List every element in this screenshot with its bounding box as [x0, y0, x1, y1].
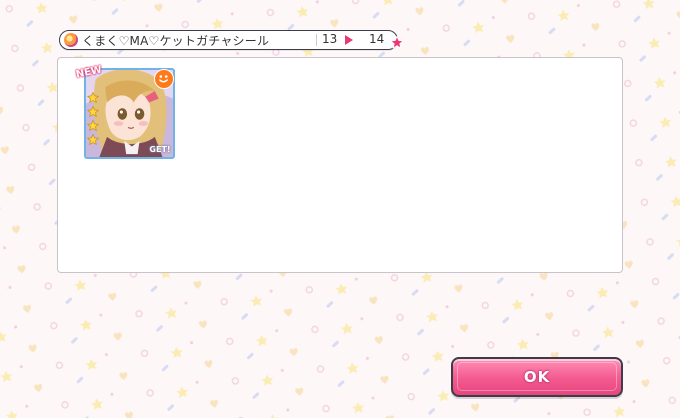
- get-label: GET!: [149, 145, 171, 154]
- item-name: くまく♡MA♡ケットガチャシール: [82, 34, 270, 48]
- ok-button[interactable]: OK: [451, 357, 623, 397]
- gacha-sticker-icon: [64, 33, 78, 47]
- count-before: 13: [322, 32, 338, 46]
- star-icon: [87, 134, 99, 146]
- get-badge: GET!: [146, 140, 174, 158]
- star-icon: [87, 106, 99, 118]
- rarity-stars: [87, 92, 101, 148]
- divider: [316, 34, 317, 46]
- ok-label: OK: [523, 368, 551, 386]
- new-label: NEW: [75, 64, 103, 81]
- star-icon: [87, 120, 99, 132]
- arrow-right-icon: [345, 35, 353, 45]
- count-after: 14: [369, 32, 385, 46]
- happy-attribute-icon: [154, 69, 174, 89]
- item-count-bar: くまく♡MA♡ケットガチャシール 13 14: [59, 30, 404, 50]
- star-icon: [87, 92, 99, 104]
- new-badge: NEW: [73, 64, 105, 84]
- star-icon: [390, 36, 404, 49]
